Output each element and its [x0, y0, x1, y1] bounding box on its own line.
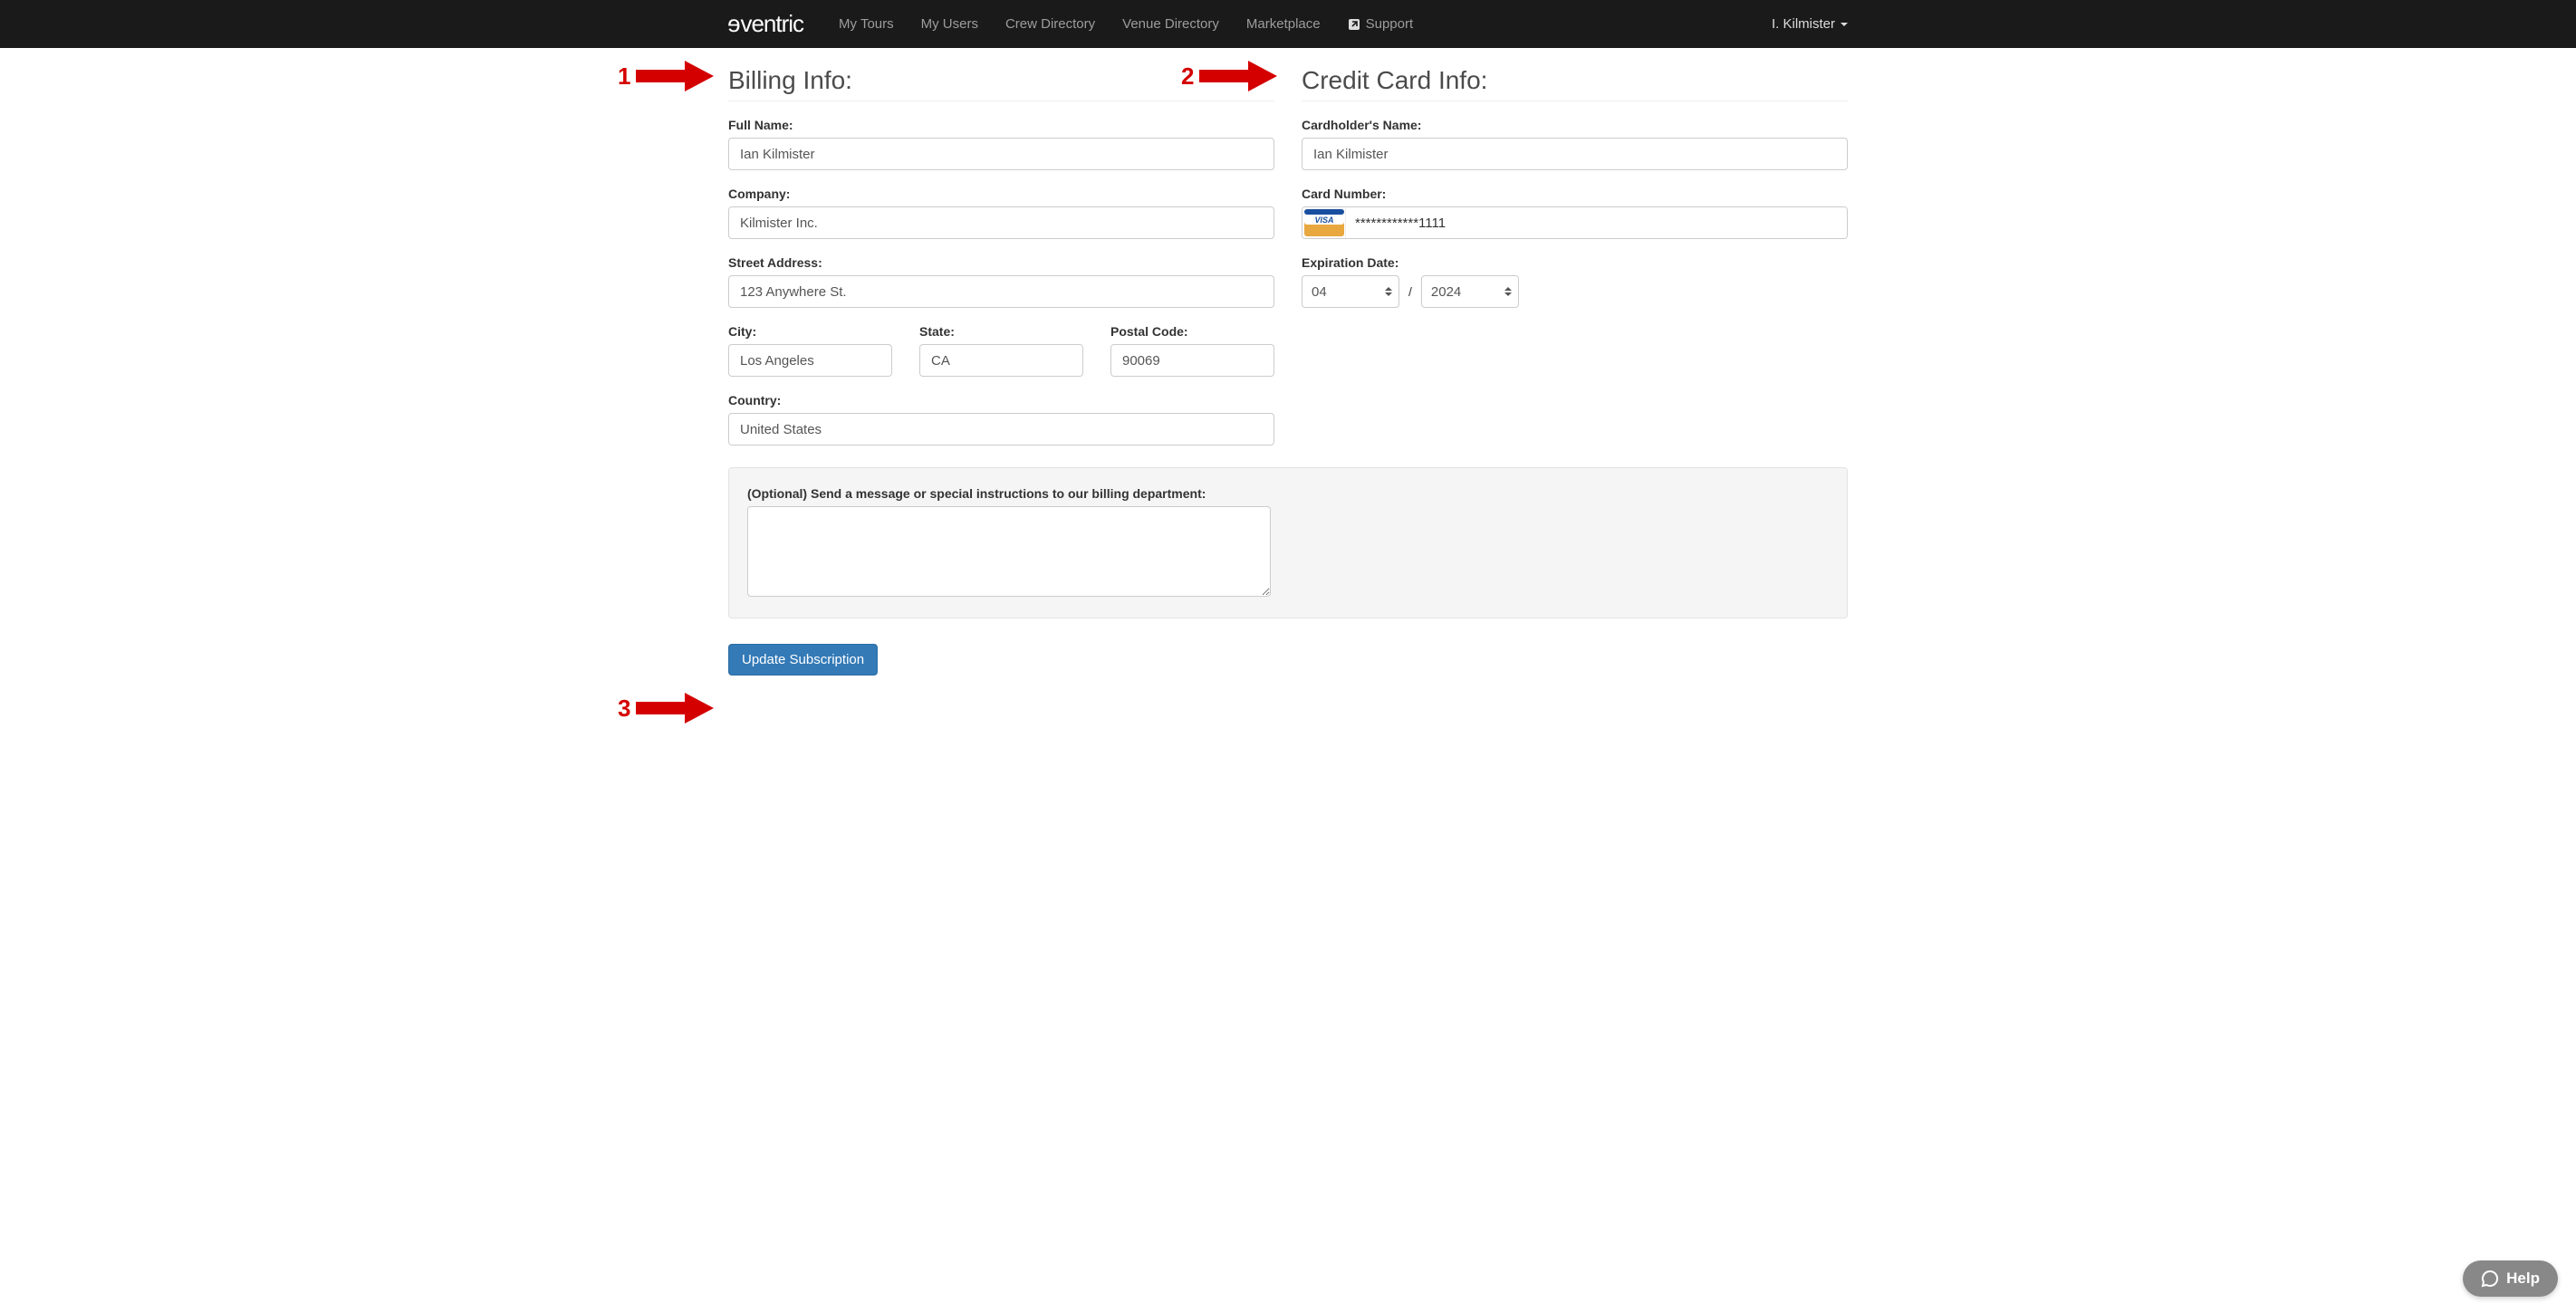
postal-input[interactable]: [1110, 344, 1274, 377]
help-widget[interactable]: Help: [2463, 1260, 2558, 1297]
message-textarea[interactable]: [747, 506, 1271, 597]
chat-icon: [2481, 1270, 2499, 1288]
billing-heading: Billing Info:: [728, 66, 1274, 101]
arrow-right-icon: [636, 61, 714, 91]
full-name-input[interactable]: [728, 138, 1274, 170]
street-input[interactable]: [728, 275, 1274, 308]
user-name: I. Kilmister: [1772, 16, 1835, 32]
city-label: City:: [728, 324, 892, 339]
full-name-label: Full Name:: [728, 118, 1274, 132]
company-input[interactable]: [728, 206, 1274, 239]
credit-card-section: Credit Card Info: Cardholder's Name: Car…: [1302, 66, 1848, 462]
nav-my-users[interactable]: My Users: [908, 2, 992, 46]
country-input[interactable]: [728, 413, 1274, 446]
nav-support[interactable]: Support: [1334, 2, 1427, 46]
company-label: Company:: [728, 187, 1274, 201]
update-subscription-button[interactable]: Update Subscription: [728, 644, 878, 676]
svg-text:VISA: VISA: [1314, 216, 1333, 225]
visa-card-icon: VISA: [1302, 207, 1346, 238]
cardholder-label: Cardholder's Name:: [1302, 118, 1848, 132]
annotation-1: 1: [618, 61, 714, 91]
nav-my-tours[interactable]: My Tours: [825, 2, 908, 46]
exp-year-select[interactable]: 2024: [1421, 275, 1519, 308]
help-label: Help: [2506, 1270, 2540, 1288]
external-link-icon: [1348, 18, 1360, 31]
message-well: (Optional) Send a message or special ins…: [728, 467, 1848, 618]
country-label: Country:: [728, 393, 1274, 407]
street-label: Street Address:: [728, 255, 1274, 270]
billing-info-section: Billing Info: Full Name: Company: Street…: [728, 66, 1274, 462]
main-content: 1 2 3 Billing Info: Full Name: Company:: [728, 48, 1848, 712]
nav-marketplace[interactable]: Marketplace: [1233, 2, 1334, 46]
state-input[interactable]: [919, 344, 1083, 377]
postal-label: Postal Code:: [1110, 324, 1274, 339]
cardholder-input[interactable]: [1302, 138, 1848, 170]
nav-venue-directory[interactable]: Venue Directory: [1109, 2, 1233, 46]
exp-slash: /: [1408, 284, 1412, 299]
nav-crew-directory[interactable]: Crew Directory: [992, 2, 1109, 46]
annotation-3: 3: [618, 693, 714, 724]
user-menu[interactable]: I. Kilmister: [1772, 16, 1848, 32]
message-label: (Optional) Send a message or special ins…: [747, 486, 1829, 501]
card-number-row: VISA: [1302, 206, 1848, 239]
exp-label: Expiration Date:: [1302, 255, 1848, 270]
card-number-input[interactable]: [1346, 207, 1847, 238]
state-label: State:: [919, 324, 1083, 339]
navbar: eventric My Tours My Users Crew Director…: [0, 0, 2576, 48]
card-heading: Credit Card Info:: [1302, 66, 1848, 101]
arrow-right-icon: [636, 693, 714, 724]
city-input[interactable]: [728, 344, 892, 377]
chevron-down-icon: [1841, 23, 1848, 26]
brand-logo[interactable]: eventric: [728, 10, 803, 38]
exp-month-select[interactable]: 04: [1302, 275, 1399, 308]
card-number-label: Card Number:: [1302, 187, 1848, 201]
